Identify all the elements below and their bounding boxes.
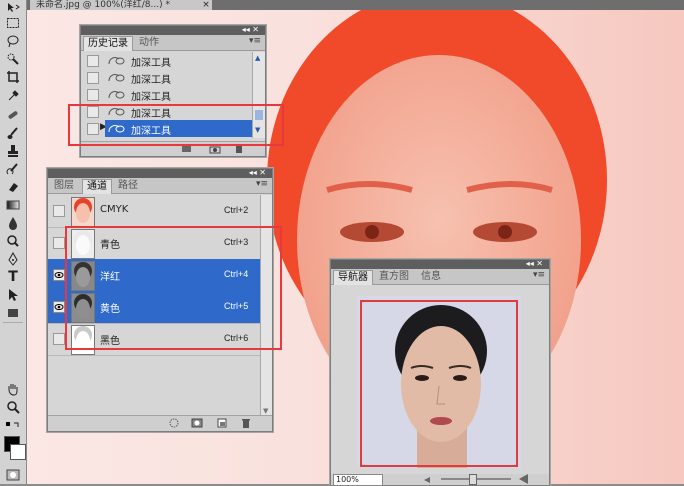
tab-histogram[interactable]: 直方图 xyxy=(375,270,413,284)
history-brush-source-checkbox[interactable] xyxy=(87,89,99,101)
panel-collapse-close-icons[interactable]: ◂◂ ✕ xyxy=(249,168,266,177)
swap-colors-icon[interactable] xyxy=(3,418,23,436)
channel-visibility-toggle[interactable] xyxy=(53,333,65,345)
dodge-icon[interactable] xyxy=(3,232,23,250)
channel-shortcut: Ctrl+2 xyxy=(224,205,249,215)
blur-icon[interactable] xyxy=(3,214,23,232)
navigator-thumbnail[interactable] xyxy=(357,296,521,468)
panel-collapse-close-icons[interactable]: ◂◂ ✕ xyxy=(526,259,543,268)
healing-brush-icon[interactable] xyxy=(3,106,23,124)
new-channel-icon[interactable] xyxy=(216,418,228,429)
clone-stamp-icon[interactable] xyxy=(3,142,23,160)
zoom-slider-thumb[interactable] xyxy=(469,474,477,485)
channels-panel-tabs: 图层 通道 路径 ▾≡ xyxy=(48,178,272,194)
channels-panel-titlebar[interactable]: ◂◂ ✕ xyxy=(48,168,272,178)
lasso-icon[interactable] xyxy=(3,32,23,50)
delete-channel-icon[interactable] xyxy=(240,418,252,429)
dodge-burn-tool-icon xyxy=(108,57,125,65)
history-item[interactable]: 加深工具 xyxy=(81,69,265,86)
eraser-icon[interactable] xyxy=(3,178,23,196)
navigator-panel-tabs: 导航器 直方图 信息 ▾≡ xyxy=(331,269,549,285)
zoom-level-field[interactable]: 100% xyxy=(333,474,383,486)
type-icon[interactable]: T xyxy=(3,268,23,286)
brush-icon[interactable] xyxy=(3,124,23,142)
eye-visibility-icon[interactable] xyxy=(53,301,65,313)
marquee-icon[interactable] xyxy=(3,14,23,32)
channel-row-cmyk[interactable]: CMYK Ctrl+2 xyxy=(48,195,272,228)
navigator-panel-titlebar[interactable]: ◂◂ ✕ xyxy=(331,259,549,269)
document-tab[interactable]: 未命名.jpg @ 100%(洋红/8...) * xyxy=(30,0,210,10)
channels-highlight-box xyxy=(65,226,282,350)
panel-menu-icon[interactable]: ▾≡ xyxy=(533,270,545,280)
document-tab-close-button[interactable]: × xyxy=(200,0,212,10)
channels-panel-footer xyxy=(48,415,272,431)
history-item-label: 加深工具 xyxy=(131,75,171,86)
dodge-burn-tool-icon xyxy=(108,74,125,82)
panel-collapse-close-icons[interactable]: ◂◂ ✕ xyxy=(242,25,259,34)
move-icon[interactable] xyxy=(3,0,23,14)
tab-layers[interactable]: 图层 xyxy=(50,179,78,193)
quick-select-icon[interactable] xyxy=(3,50,23,68)
history-item[interactable]: 加深工具 xyxy=(81,52,265,69)
navigator-view-box[interactable] xyxy=(360,300,518,467)
history-panel-tabs: 历史记录 动作 ▾≡ xyxy=(81,35,265,51)
channel-visibility-toggle[interactable] xyxy=(53,237,65,249)
tab-history[interactable]: 历史记录 xyxy=(83,36,133,51)
history-brush-icon[interactable] xyxy=(3,160,23,178)
gradient-icon[interactable] xyxy=(3,196,23,214)
history-highlight-box xyxy=(68,104,284,146)
history-panel-titlebar[interactable]: ◂◂ ✕ xyxy=(81,25,265,35)
tab-actions[interactable]: 动作 xyxy=(135,36,163,50)
zoom-out-icon[interactable] xyxy=(423,476,435,484)
channel-name: CMYK xyxy=(100,204,129,215)
save-selection-as-channel-icon[interactable] xyxy=(191,418,203,429)
channel-visibility-toggle[interactable] xyxy=(53,205,65,217)
tools-panel: T xyxy=(0,0,27,484)
zoom-in-icon[interactable] xyxy=(517,474,531,484)
shape-icon[interactable] xyxy=(3,304,23,322)
load-channel-as-selection-icon[interactable] xyxy=(168,418,180,429)
zoom-icon[interactable] xyxy=(3,398,23,416)
hand-icon[interactable] xyxy=(3,380,23,398)
scroll-up-icon[interactable]: ▲ xyxy=(255,54,260,62)
history-brush-source-checkbox[interactable] xyxy=(87,55,99,67)
tab-navigator[interactable]: 导航器 xyxy=(333,270,373,285)
history-brush-source-checkbox[interactable] xyxy=(87,72,99,84)
quick-mask-icon[interactable] xyxy=(3,466,23,484)
history-item-label: 加深工具 xyxy=(131,58,171,69)
panel-menu-icon[interactable]: ▾≡ xyxy=(249,36,261,46)
history-item[interactable]: 加深工具 xyxy=(81,86,265,103)
path-select-icon[interactable] xyxy=(3,286,23,304)
eyedropper-icon[interactable] xyxy=(3,86,23,104)
separator-icon xyxy=(3,322,23,341)
background-color-swatch[interactable] xyxy=(10,444,26,460)
navigator-panel: ◂◂ ✕ 导航器 直方图 信息 ▾≡ 100% xyxy=(330,259,550,486)
scroll-down-icon[interactable]: ▼ xyxy=(263,407,268,415)
panel-menu-icon[interactable]: ▾≡ xyxy=(256,179,268,189)
tab-channels[interactable]: 通道 xyxy=(82,179,112,194)
navigator-footer: 100% xyxy=(331,474,549,486)
pen-icon[interactable] xyxy=(3,250,23,268)
tab-info[interactable]: 信息 xyxy=(417,270,445,284)
tab-paths[interactable]: 路径 xyxy=(114,179,142,193)
history-item-label: 加深工具 xyxy=(131,92,171,103)
eye-visibility-icon[interactable] xyxy=(53,269,65,281)
crop-icon[interactable] xyxy=(3,68,23,86)
channel-thumbnail xyxy=(71,197,95,227)
dodge-burn-tool-icon xyxy=(108,91,125,99)
